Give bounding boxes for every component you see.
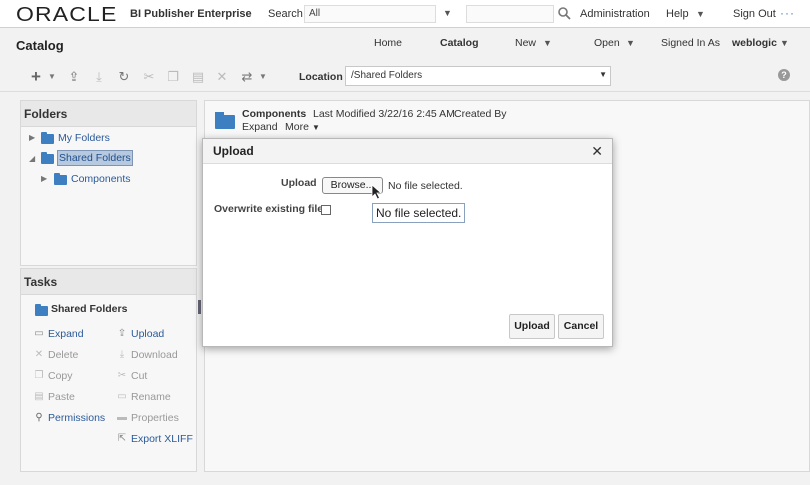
key-icon: ⚲	[35, 412, 43, 423]
search-scope-select[interactable]: All	[304, 5, 436, 23]
chevron-down-icon[interactable]: ▼	[599, 70, 607, 79]
signed-in-label: Signed In As	[661, 37, 720, 49]
product-name: BI Publisher Enterprise	[130, 8, 252, 20]
task-export-xliff[interactable]: Export XLIFF	[131, 433, 193, 445]
export-icon: ⇱	[117, 433, 127, 444]
task-download[interactable]: Download	[131, 349, 178, 361]
location-label: Location	[299, 71, 343, 83]
task-cut[interactable]: Cut	[131, 370, 147, 382]
task-paste[interactable]: Paste	[48, 391, 75, 403]
folder-icon	[54, 173, 67, 185]
chevron-down-icon[interactable]: ▼	[255, 69, 271, 85]
tasks-context: Shared Folders	[51, 303, 128, 315]
overwrite-checkbox[interactable]	[321, 205, 331, 215]
nav-new[interactable]: New	[515, 37, 536, 49]
folders-title: Folders	[21, 101, 196, 127]
folder-icon	[41, 152, 54, 164]
oracle-logo: ORACLE	[16, 4, 118, 26]
cut-icon[interactable]: ✂	[141, 69, 157, 85]
upload-icon: ⇪	[117, 328, 127, 339]
download-icon[interactable]: ⤓	[91, 69, 107, 85]
mouse-pointer-icon	[371, 184, 383, 200]
panel-splitter[interactable]	[198, 300, 201, 314]
no-file-status: No file selected.	[388, 180, 463, 192]
task-upload[interactable]: Upload	[131, 328, 164, 340]
properties-icon: ▬	[117, 412, 127, 423]
delete-icon[interactable]: ✕	[214, 69, 230, 85]
chevron-down-icon[interactable]: ▼	[626, 38, 635, 48]
rename-icon: ▭	[117, 391, 127, 402]
tasks-title: Tasks	[21, 269, 196, 295]
plus-icon[interactable]: +	[28, 68, 44, 85]
item-created-by: Created By	[454, 108, 507, 120]
more-options-icon[interactable]: ···	[780, 6, 795, 20]
nav-open[interactable]: Open	[594, 37, 620, 49]
overwrite-label: Overwrite existing file	[214, 203, 324, 215]
item-expand-link[interactable]: Expand	[242, 121, 278, 133]
chevron-down-icon[interactable]: ▼	[312, 123, 320, 132]
sign-out-link[interactable]: Sign Out	[733, 8, 776, 20]
task-expand[interactable]: Expand	[48, 328, 84, 340]
folder-icon	[35, 304, 48, 316]
expand-arrow-icon[interactable]: ▶	[41, 174, 47, 183]
cancel-button[interactable]: Cancel	[558, 314, 604, 339]
collapse-arrow-icon[interactable]: ◢	[29, 154, 35, 163]
folders-panel: Folders ▶ My Folders ◢ Shared Folders ▶ …	[20, 100, 197, 266]
item-last-modified: Last Modified 3/22/16 2:45 AM	[313, 108, 455, 120]
task-rename[interactable]: Rename	[131, 391, 171, 403]
copy-icon: ❐	[34, 370, 44, 381]
tree-item-my-folders[interactable]: My Folders	[58, 132, 110, 144]
dialog-title: Upload	[203, 139, 612, 164]
expand-arrow-icon[interactable]: ▶	[29, 133, 35, 142]
copy-icon[interactable]: ❐	[165, 69, 181, 85]
tree-item-shared-folders[interactable]: Shared Folders	[57, 150, 133, 166]
item-more-link[interactable]: More	[285, 121, 309, 133]
paste-icon[interactable]: ▤	[190, 69, 206, 85]
tree-item-components[interactable]: Components	[71, 173, 131, 185]
upload-dialog: Upload ✕ Upload Browse... No file select…	[202, 138, 613, 347]
administration-link[interactable]: Administration	[580, 8, 650, 20]
user-menu[interactable]: weblogic	[732, 37, 777, 49]
search-icon[interactable]	[557, 6, 571, 20]
upload-icon[interactable]: ⇪	[66, 69, 82, 85]
file-tooltip: No file selected.	[372, 203, 466, 223]
task-copy[interactable]: Copy	[48, 370, 73, 382]
download-icon: ⤓	[119, 349, 125, 360]
help-icon[interactable]: ?	[778, 69, 790, 81]
chevron-down-icon[interactable]: ▼	[543, 38, 552, 48]
help-menu[interactable]: Help	[666, 8, 689, 20]
folder-icon	[215, 112, 235, 129]
upload-button[interactable]: Upload	[509, 314, 555, 339]
nav-home[interactable]: Home	[374, 37, 402, 49]
expand-icon: ▭	[34, 328, 44, 339]
task-properties[interactable]: Properties	[131, 412, 179, 424]
chevron-down-icon[interactable]: ▼	[443, 8, 452, 18]
toolbar: + ▼ ⇪ ⤓ ↻ ✂ ❐ ▤ ✕ ⇄ ▼ Location /Shared F…	[0, 60, 810, 92]
page: ORACLE BI Publisher Enterprise Search Al…	[0, 0, 810, 485]
task-permissions[interactable]: Permissions	[48, 412, 105, 424]
location-value: /Shared Folders	[351, 70, 423, 81]
chevron-down-icon[interactable]: ▼	[44, 69, 60, 85]
search-input[interactable]	[466, 5, 554, 23]
cut-icon: ✂	[117, 370, 127, 381]
page-title: Catalog	[16, 38, 64, 53]
swap-icon[interactable]: ⇄	[239, 69, 255, 85]
refresh-icon[interactable]: ↻	[116, 69, 132, 85]
close-icon[interactable]: ✕	[591, 143, 603, 160]
top-banner: ORACLE BI Publisher Enterprise Search Al…	[0, 0, 810, 28]
task-delete[interactable]: Delete	[48, 349, 78, 361]
delete-icon: ✕	[34, 349, 44, 360]
folder-icon	[41, 132, 54, 144]
nav-catalog[interactable]: Catalog	[440, 37, 479, 49]
upload-label: Upload	[281, 177, 317, 189]
location-select[interactable]: /Shared Folders ▼	[345, 66, 611, 86]
chevron-down-icon[interactable]: ▼	[780, 38, 789, 48]
tasks-panel: Tasks Shared Folders ▭ Expand ⇪ Upload ✕…	[20, 268, 197, 472]
item-name[interactable]: Components	[242, 108, 306, 120]
chevron-down-icon[interactable]: ▼	[696, 9, 705, 19]
search-label: Search	[268, 8, 303, 20]
paste-icon: ▤	[34, 391, 44, 402]
header-bar: Catalog Home Catalog New ▼ Open ▼ Signed…	[0, 28, 810, 60]
